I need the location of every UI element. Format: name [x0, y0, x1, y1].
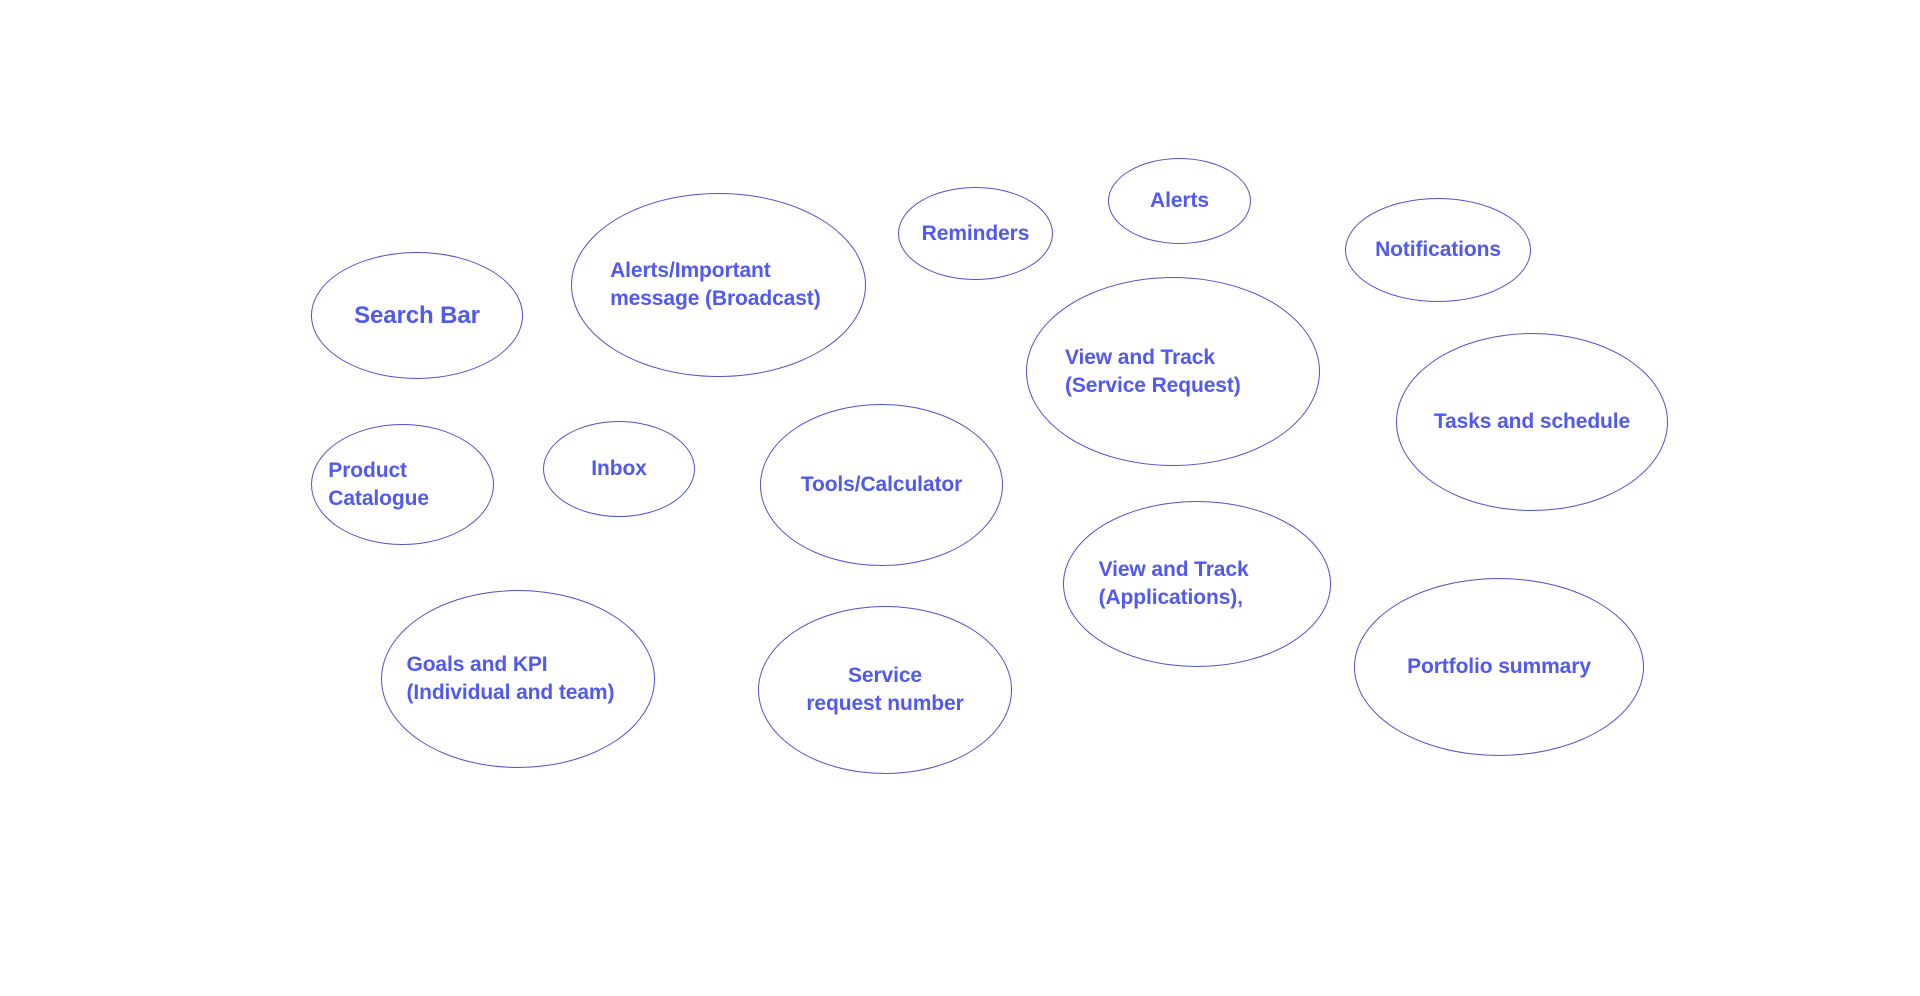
ellipse-label-portfolio-summary: Portfolio summary: [1407, 655, 1591, 679]
ellipse-label-notifications: Notifications: [1375, 238, 1501, 262]
ellipse-node-alerts[interactable]: Alerts: [1108, 158, 1251, 244]
ellipse-label-view-track-applications: View and Track (Applications),: [1098, 558, 1249, 609]
ellipse-node-portfolio-summary[interactable]: Portfolio summary: [1354, 578, 1644, 756]
ellipse-label-search-bar: Search Bar: [354, 301, 480, 329]
ellipse-node-service-request-number[interactable]: Service request number: [758, 606, 1012, 774]
ellipse-node-notifications[interactable]: Notifications: [1345, 198, 1531, 302]
ellipse-label-tasks-and-schedule: Tasks and schedule: [1433, 410, 1631, 434]
ellipse-node-tools-calculator[interactable]: Tools/Calculator: [760, 404, 1003, 566]
ellipse-node-goals-and-kpi[interactable]: Goals and KPI (Individual and team): [381, 590, 655, 768]
ellipse-node-inbox[interactable]: Inbox: [543, 421, 695, 517]
ellipse-label-goals-and-kpi: Goals and KPI (Individual and team): [406, 653, 615, 704]
ellipse-label-view-track-service-request: View and Track (Service Request): [1064, 345, 1241, 397]
ellipse-node-reminders[interactable]: Reminders: [898, 187, 1053, 280]
ellipse-node-alerts-important-message[interactable]: Alerts/Important message (Broadcast): [571, 193, 866, 377]
ellipse-label-inbox: Inbox: [591, 457, 647, 481]
ellipse-node-search-bar[interactable]: Search Bar: [311, 252, 523, 379]
ellipse-node-tasks-and-schedule[interactable]: Tasks and schedule: [1396, 333, 1668, 511]
ellipse-label-reminders: Reminders: [921, 221, 1030, 245]
ellipse-label-service-request-number: Service request number: [806, 664, 964, 715]
diagram-canvas: Search Bar Alerts/Important message (Broa…: [0, 0, 1920, 996]
ellipse-label-product-catalogue: Product Catalogue: [328, 458, 429, 510]
ellipse-label-tools-calculator: Tools/Calculator: [800, 473, 963, 497]
ellipse-label-alerts: Alerts: [1150, 189, 1209, 213]
ellipse-label-alerts-important-message: Alerts/Important message (Broadcast): [610, 259, 821, 310]
ellipse-node-product-catalogue[interactable]: Product Catalogue: [311, 424, 494, 545]
ellipse-node-view-track-service-request[interactable]: View and Track (Service Request): [1026, 277, 1320, 466]
ellipse-node-view-track-applications[interactable]: View and Track (Applications),: [1063, 501, 1331, 667]
